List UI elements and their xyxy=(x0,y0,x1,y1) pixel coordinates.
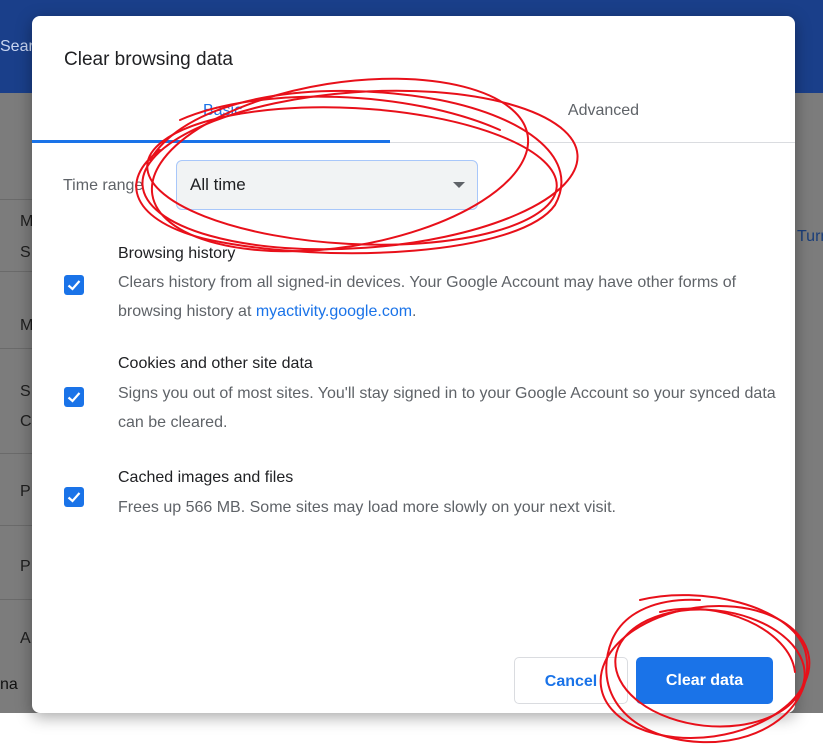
background-divider xyxy=(0,525,32,526)
tab-basic[interactable]: Basic xyxy=(32,96,413,142)
time-range-value: All time xyxy=(190,175,246,194)
dialog-title: Clear browsing data xyxy=(64,49,233,70)
myactivity-link[interactable]: myactivity.google.com xyxy=(256,303,412,320)
background-search-text: Search xyxy=(0,38,32,55)
tab-selected-indicator xyxy=(32,140,390,143)
checkmark-icon xyxy=(67,492,81,503)
clear-data-button[interactable]: Clear data xyxy=(636,657,773,704)
cached-files-checkbox[interactable] xyxy=(64,487,84,507)
checkmark-icon xyxy=(67,280,81,291)
cookies-title: Cookies and other site data xyxy=(118,355,313,372)
background-divider xyxy=(0,348,32,349)
tab-advanced[interactable]: Advanced xyxy=(413,96,794,142)
background-divider xyxy=(0,599,32,600)
cached-files-title: Cached images and files xyxy=(118,469,294,486)
background-turn-on-link: Turn xyxy=(797,228,823,245)
cookies-checkbox[interactable] xyxy=(64,387,84,407)
cached-files-description: Frees up 566 MB. Some sites may load mor… xyxy=(118,499,616,516)
background-divider xyxy=(0,271,32,272)
background-bottom-text: na xyxy=(0,676,18,693)
checkmark-icon xyxy=(67,392,81,403)
cancel-button[interactable]: Cancel xyxy=(514,657,628,704)
time-range-label: Time range xyxy=(63,177,144,194)
background-divider xyxy=(0,453,32,454)
background-divider xyxy=(0,199,32,200)
background-bottom xyxy=(0,713,823,756)
browsing-history-description: Clears history from all signed-in device… xyxy=(118,268,778,326)
browsing-history-title: Browsing history xyxy=(118,245,236,262)
browsing-history-checkbox[interactable] xyxy=(64,275,84,295)
time-range-select[interactable]: All time xyxy=(176,160,478,210)
tab-bar: Basic Advanced xyxy=(32,96,795,143)
browsing-history-desc-end: . xyxy=(412,303,417,320)
clear-browsing-data-dialog: Clear browsing data Basic Advanced Time … xyxy=(32,16,795,713)
cookies-description: Signs you out of most sites. You'll stay… xyxy=(118,385,776,431)
browsing-history-desc-text: Clears history from all signed-in device… xyxy=(118,274,737,320)
background-right-strip xyxy=(795,93,823,713)
dropdown-arrow-icon xyxy=(453,182,465,188)
